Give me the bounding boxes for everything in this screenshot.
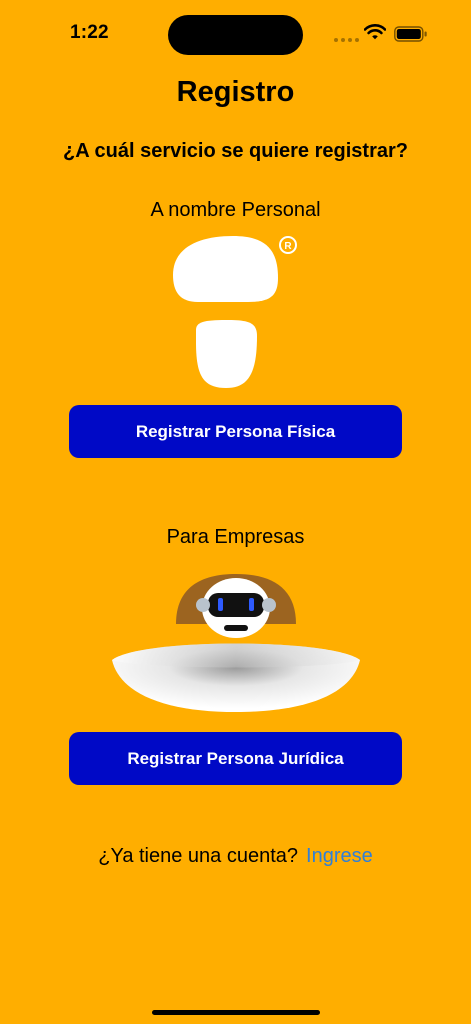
home-indicator[interactable] <box>152 1010 320 1015</box>
registered-mark-icon: R <box>284 241 292 252</box>
status-bar: 1:22 <box>0 0 471 70</box>
page-subtitle: ¿A cuál servicio se quiere registrar? <box>63 140 408 162</box>
login-link[interactable]: Ingrese <box>306 845 373 867</box>
business-section-label: Para Empresas <box>166 526 305 548</box>
page-title: Registro <box>176 76 295 108</box>
personal-section-label: A nombre Personal <box>150 199 321 221</box>
wifi-icon <box>364 24 386 40</box>
login-prompt-text: ¿Ya tiene una cuenta? <box>98 845 299 867</box>
status-time: 1:22 <box>70 22 109 43</box>
dynamic-island <box>168 15 303 55</box>
cellular-signal-icon <box>334 38 359 42</box>
register-individual-button[interactable]: Registrar Persona Física <box>69 405 402 458</box>
register-company-button[interactable]: Registrar Persona Jurídica <box>69 732 402 785</box>
robot-ufo-logo <box>112 574 360 712</box>
personal-logo: R <box>173 236 297 388</box>
battery-icon <box>394 26 427 42</box>
login-prompt-row: ¿Ya tiene una cuenta? Ingrese <box>0 845 471 868</box>
